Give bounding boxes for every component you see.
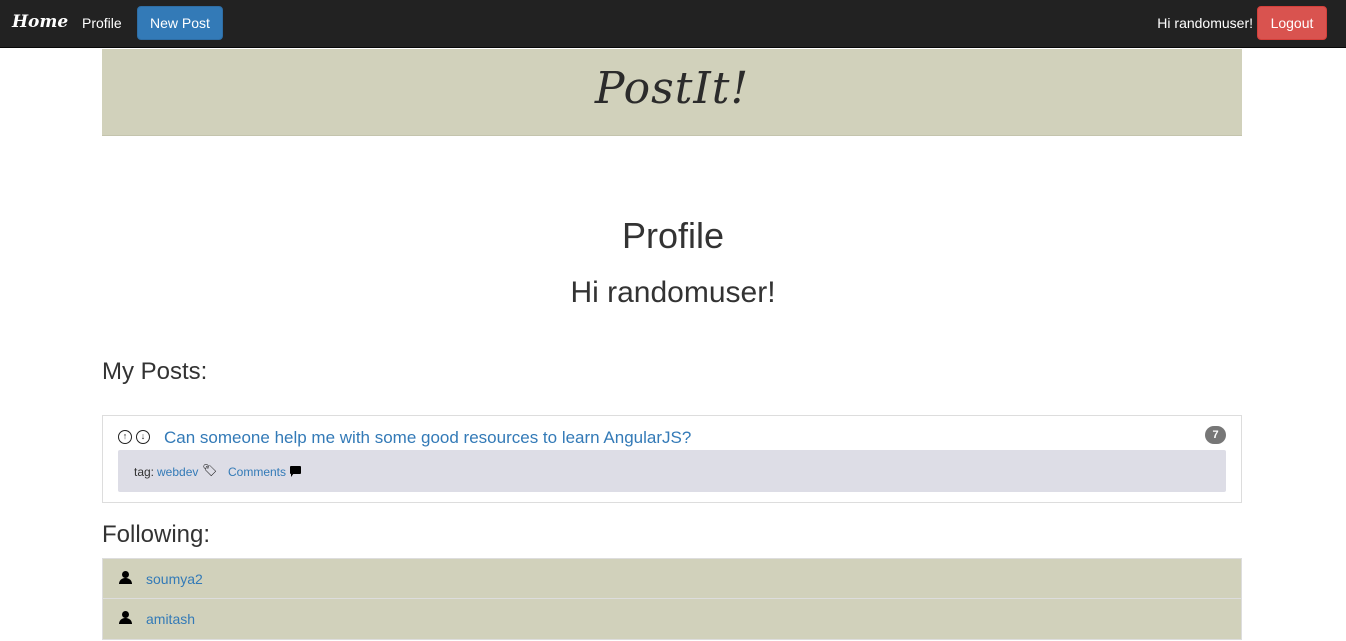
comments-link[interactable]: Comments — [228, 465, 286, 479]
page-title: Profile — [621, 215, 725, 256]
banner: PostIt! — [102, 49, 1242, 136]
following-list: soumya2 amitash — [102, 558, 1242, 640]
following-user-link[interactable]: soumya2 — [146, 571, 203, 587]
new-post-button[interactable]: New Post — [137, 6, 223, 40]
post-panel: ↑ ↓ Can someone help me with some good r… — [102, 415, 1242, 503]
logout-button[interactable]: Logout — [1257, 6, 1327, 40]
brand-home-link[interactable]: Home — [12, 12, 68, 32]
nav-profile-link[interactable]: Profile — [82, 15, 122, 31]
user-icon — [119, 611, 132, 625]
post-meta: tag: webdev 🏷 Comments — [118, 450, 1226, 492]
post-count-badge: 7 — [1205, 426, 1226, 444]
navbar: Home Profile New Post Hi randomuser! Log… — [0, 0, 1346, 48]
tag-link[interactable]: webdev — [157, 465, 198, 479]
tag-icon: 🏷 — [202, 463, 218, 477]
post-title-link[interactable]: Can someone help me with some good resou… — [164, 428, 691, 448]
following-heading: Following: — [102, 521, 211, 548]
banner-title: PostIt! — [594, 63, 750, 114]
user-greeting: Hi randomuser! — [1157, 15, 1253, 31]
user-icon — [119, 571, 132, 585]
circle-arrow-up-icon[interactable]: ↑ — [118, 430, 132, 444]
following-user-link[interactable]: amitash — [146, 611, 195, 627]
tag-label: tag: — [134, 465, 155, 479]
my-posts-heading: My Posts: — [102, 358, 208, 385]
profile-greeting: Hi randomuser! — [570, 276, 776, 309]
list-item: soumya2 — [102, 558, 1242, 599]
list-item: amitash — [102, 599, 1242, 640]
comment-icon — [290, 466, 301, 477]
circle-arrow-down-icon[interactable]: ↓ — [136, 430, 150, 444]
